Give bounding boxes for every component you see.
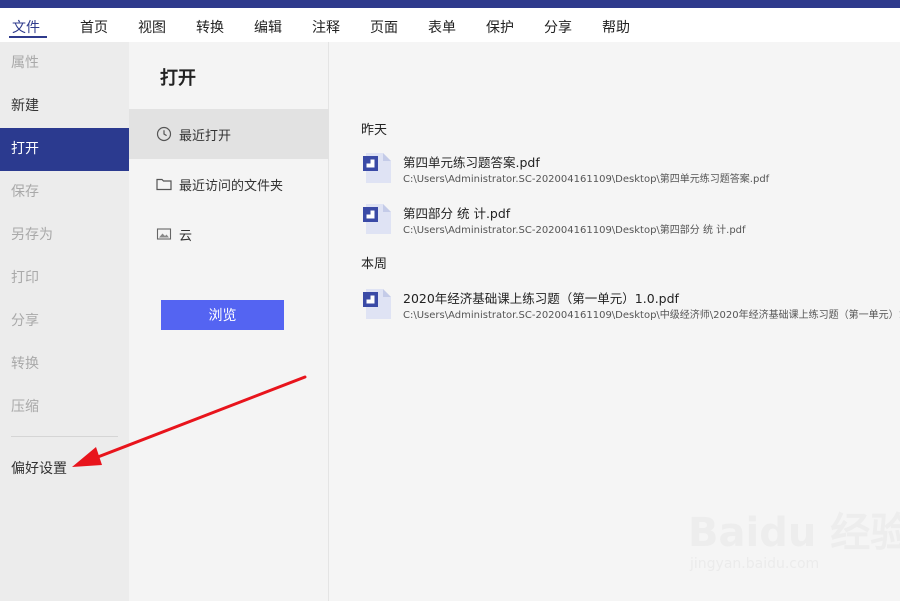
file-name: 2020年经济基础课上练习题（第一单元）1.0.pdf (403, 291, 679, 306)
menu-view[interactable]: 视图 (138, 17, 166, 37)
menu-protect[interactable]: 保护 (486, 17, 514, 37)
nav-save-as[interactable]: 另存为 (0, 214, 129, 257)
file-path: C:\Users\Administrator.SC-202004161109\D… (403, 174, 770, 185)
recent-file-row[interactable]: 第四部分 统 计.pdf C:\Users\Administrator.SC-2… (360, 203, 900, 243)
recent-file-row[interactable]: 2020年经济基础课上练习题（第一单元）1.0.pdf C:\Users\Adm… (360, 288, 900, 328)
menu-edit[interactable]: 编辑 (254, 17, 282, 37)
watermark-brand: Baidu 经验 (688, 510, 900, 556)
title-bar (0, 0, 900, 8)
file-name: 第四单元练习题答案.pdf (403, 155, 540, 170)
menu-share[interactable]: 分享 (544, 17, 572, 37)
file-path: C:\Users\Administrator.SC-202004161109\D… (403, 310, 900, 321)
menu-annotate[interactable]: 注释 (312, 17, 340, 37)
menu-convert[interactable]: 转换 (196, 17, 224, 37)
menu-bar: 文件 首页 视图 转换 编辑 注释 页面 表单 保护 分享 帮助 (0, 8, 900, 42)
active-menu-underline (9, 36, 47, 38)
location-label: 最近打开 (179, 129, 232, 144)
location-cloud[interactable]: 云 (129, 209, 329, 259)
file-sidebar: 属性 新建 打开 保存 另存为 打印 分享 转换 压缩 偏好设置 (0, 42, 129, 601)
location-label: 最近访问的文件夹 (179, 179, 284, 194)
menu-form[interactable]: 表单 (428, 17, 456, 37)
pdf-file-icon (363, 153, 391, 183)
open-locations-panel: 打开 最近打开 最近访问的文件夹 云 浏览 (129, 42, 329, 601)
group-title-yesterday: 昨天 (361, 123, 388, 138)
nav-new[interactable]: 新建 (0, 85, 129, 128)
cloud-icon (156, 228, 172, 240)
group-title-this-week: 本周 (361, 257, 388, 272)
clock-icon (156, 126, 172, 142)
pdf-file-icon (363, 289, 391, 319)
location-recent-folders[interactable]: 最近访问的文件夹 (129, 159, 329, 209)
nav-save[interactable]: 保存 (0, 171, 129, 214)
nav-properties[interactable]: 属性 (0, 42, 129, 85)
nav-compress[interactable]: 压缩 (0, 386, 129, 429)
nav-preferences[interactable]: 偏好设置 (0, 448, 129, 491)
nav-share[interactable]: 分享 (0, 300, 129, 343)
browse-button[interactable]: 浏览 (161, 300, 284, 330)
recent-file-row[interactable]: 第四单元练习题答案.pdf C:\Users\Administrator.SC-… (360, 152, 900, 192)
watermark-url: jingyan.baidu.com (690, 556, 820, 572)
panel-title: 打开 (160, 68, 196, 89)
menu-help[interactable]: 帮助 (602, 17, 630, 37)
location-recent[interactable]: 最近打开 (129, 109, 329, 159)
nav-convert[interactable]: 转换 (0, 343, 129, 386)
file-name: 第四部分 统 计.pdf (403, 206, 511, 221)
baidu-jingyan-watermark: Baidu 经验 jingyan.baidu.com (688, 500, 900, 580)
pdf-file-icon (363, 204, 391, 234)
file-path: C:\Users\Administrator.SC-202004161109\D… (403, 225, 746, 236)
menu-file[interactable]: 文件 (12, 17, 40, 37)
nav-open[interactable]: 打开 (0, 128, 129, 171)
menu-page[interactable]: 页面 (370, 17, 398, 37)
nav-print[interactable]: 打印 (0, 257, 129, 300)
location-label: 云 (179, 229, 193, 244)
nav-divider (11, 436, 118, 437)
menu-home[interactable]: 首页 (80, 17, 108, 37)
folder-icon (156, 178, 172, 191)
